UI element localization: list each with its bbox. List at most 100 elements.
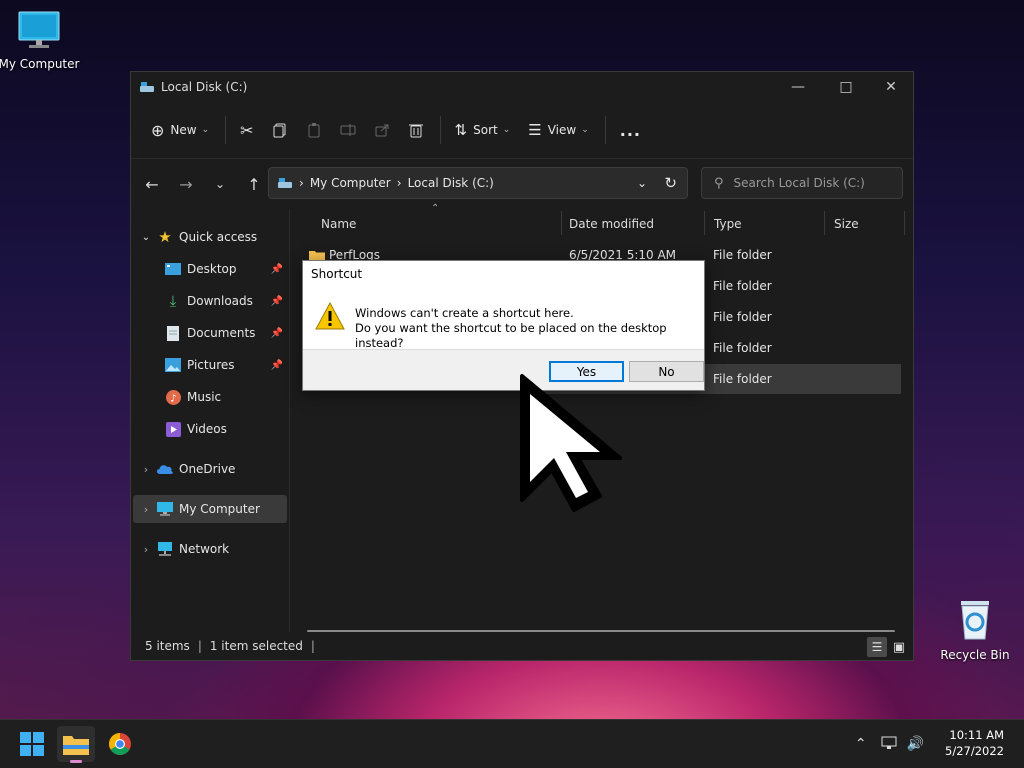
command-bar: ⊕ New ⌄ ✂ ⇅ Sort ⌄ ☰ View ⌄ ...: [131, 102, 913, 159]
forward-button[interactable]: →: [169, 175, 203, 194]
address-dropdown-icon[interactable]: ⌄: [637, 176, 647, 190]
column-name[interactable]: Name: [311, 209, 561, 239]
refresh-icon[interactable]: ↻: [664, 174, 677, 192]
view-label: View: [547, 123, 577, 137]
sidebar-item-onedrive[interactable]: › OneDrive: [133, 455, 287, 483]
chrome-taskbar-button[interactable]: [101, 726, 139, 762]
breadcrumb-separator-icon: ›: [299, 176, 304, 190]
selection-count: 1 item selected: [209, 639, 303, 653]
toolbar-divider: [225, 116, 227, 144]
sort-icon: ⇅: [454, 121, 468, 139]
chevron-right-icon[interactable]: ›: [137, 543, 155, 556]
breadcrumb-my-computer[interactable]: My Computer: [310, 176, 391, 190]
clock-time: 10:11 AM: [949, 728, 1004, 742]
minimize-button[interactable]: —: [775, 72, 821, 102]
mouse-cursor-icon: [520, 374, 622, 512]
copy-button[interactable]: [264, 112, 296, 148]
pictures-icon: [163, 358, 183, 372]
rename-button[interactable]: [332, 112, 364, 148]
toolbar-divider: [604, 116, 606, 144]
cut-button[interactable]: ✂: [232, 112, 261, 148]
desktop-icon-my-computer[interactable]: My Computer: [0, 10, 81, 71]
windows-logo-icon: [20, 732, 44, 756]
share-button[interactable]: [366, 112, 398, 148]
share-icon: [375, 124, 389, 137]
scissors-icon: ✂: [240, 120, 254, 140]
search-box[interactable]: ⚲ Search Local Disk (C:): [701, 167, 903, 199]
column-headers: ⌃ Name Date modified Type Size: [291, 203, 905, 239]
details-view-button[interactable]: ☰: [867, 637, 887, 657]
sidebar-item-videos[interactable]: Videos: [133, 415, 287, 443]
sidebar-item-music[interactable]: ♪ Music: [133, 383, 287, 411]
sidebar-item-documents[interactable]: Documents 📌: [133, 319, 287, 347]
address-bar[interactable]: › My Computer › Local Disk (C:) ⌄ ↻: [268, 167, 688, 199]
sidebar-item-quick-access[interactable]: ⌄ ★ Quick access: [133, 223, 287, 251]
delete-button[interactable]: [400, 112, 432, 148]
column-type[interactable]: Type: [704, 209, 824, 239]
sidebar-item-desktop[interactable]: Desktop 📌: [133, 255, 287, 283]
toolbar-divider: [439, 116, 441, 144]
paste-button[interactable]: [298, 112, 330, 148]
clipboard-icon: [308, 123, 320, 138]
view-button[interactable]: ☰ View ⌄: [520, 112, 596, 148]
file-type: File folder: [713, 341, 772, 355]
chevron-up-icon[interactable]: ⌃: [855, 736, 867, 752]
start-button[interactable]: [13, 726, 51, 762]
dialog-title: Shortcut: [311, 267, 363, 281]
star-icon: ★: [158, 228, 172, 246]
window-title: Local Disk (C:): [161, 80, 248, 94]
chevron-right-icon[interactable]: ›: [137, 463, 155, 476]
pin-icon[interactable]: 📌: [271, 328, 283, 339]
dialog-message: Windows can't create a shortcut here. Do…: [355, 306, 704, 351]
sort-button[interactable]: ⇅ Sort ⌄: [447, 112, 519, 148]
recent-locations-button[interactable]: ⌄: [203, 177, 237, 191]
navigation-row: ← → ⌄ ↑ › My Computer › Local Disk (C:) …: [131, 159, 913, 209]
column-date-modified[interactable]: Date modified: [559, 209, 703, 239]
large-icons-view-button[interactable]: ▣: [889, 637, 909, 657]
volume-icon[interactable]: 🔊: [907, 736, 924, 752]
back-button[interactable]: ←: [135, 175, 169, 194]
file-type: File folder: [713, 310, 772, 324]
desktop-icon-recycle-bin[interactable]: Recycle Bin: [933, 597, 1017, 662]
chevron-down-icon[interactable]: ⌄: [137, 232, 155, 243]
breadcrumb-local-disk[interactable]: Local Disk (C:): [408, 176, 494, 190]
cloud-icon: [155, 463, 175, 475]
file-explorer-taskbar-button[interactable]: [57, 726, 95, 763]
network-status-icon[interactable]: [881, 736, 897, 753]
pin-icon[interactable]: 📌: [271, 264, 283, 275]
up-button[interactable]: ↑: [237, 175, 271, 194]
sidebar-item-label: OneDrive: [179, 462, 236, 476]
column-divider[interactable]: [904, 211, 905, 235]
chevron-right-icon[interactable]: ›: [137, 503, 155, 516]
new-button[interactable]: ⊕ New ⌄: [143, 112, 217, 148]
sidebar-item-label: Videos: [187, 422, 227, 436]
pin-icon[interactable]: 📌: [271, 360, 283, 371]
large-icons-view-icon: ▣: [892, 639, 906, 655]
pane-divider[interactable]: [289, 209, 290, 632]
sort-label: Sort: [473, 123, 498, 137]
taskbar: ⌃ 🔊 10:11 AM 5/27/2022: [0, 719, 1024, 768]
download-icon: ⤓: [169, 292, 177, 310]
clock[interactable]: 10:11 AM 5/27/2022: [945, 727, 1004, 759]
maximize-button[interactable]: □: [823, 72, 869, 102]
sidebar-item-network[interactable]: › Network: [133, 535, 287, 563]
sidebar-item-label: My Computer: [179, 502, 260, 516]
sidebar-item-label: Downloads: [187, 294, 253, 308]
sidebar-item-my-computer[interactable]: › My Computer: [133, 495, 287, 523]
column-size[interactable]: Size: [824, 209, 904, 239]
no-button[interactable]: No: [629, 361, 704, 382]
desktop-icon-label: Recycle Bin: [940, 648, 1010, 662]
file-type: File folder: [713, 248, 772, 262]
sidebar-item-pictures[interactable]: Pictures 📌: [133, 351, 287, 379]
close-button[interactable]: ✕: [868, 72, 914, 102]
more-options-button[interactable]: ...: [612, 112, 649, 148]
pin-icon[interactable]: 📌: [271, 296, 283, 307]
sidebar-item-downloads[interactable]: ⤓ Downloads 📌: [133, 287, 287, 315]
navigation-pane: ⌄ ★ Quick access Desktop 📌 ⤓ Downloads 📌…: [131, 209, 289, 632]
system-tray: ⌃ 🔊: [855, 720, 924, 768]
shortcut-dialog: Shortcut Windows can't create a shortcut…: [302, 260, 705, 391]
status-divider: |: [197, 639, 202, 653]
file-type: File folder: [713, 279, 772, 293]
details-view-icon: ☰: [871, 640, 883, 654]
copy-icon: [273, 123, 286, 138]
